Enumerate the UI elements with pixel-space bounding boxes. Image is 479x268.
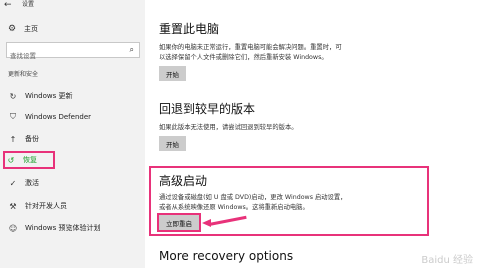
sidebar-item-insider-program[interactable]: ☺ Windows 预览体验计划	[7, 221, 142, 235]
check-circle-icon: ✓	[9, 178, 17, 188]
sidebar-item-label: 激活	[25, 179, 39, 187]
description-line: 如果此版本无法使用，请尝试回退到较早的版本。	[159, 124, 298, 131]
go-back-title: 回退到较早的版本	[159, 102, 256, 116]
gear-icon: ⚙	[8, 24, 17, 34]
sidebar-item-for-developers[interactable]: ⚒ 针对开发人员	[7, 199, 142, 213]
sidebar-item-backup[interactable]: ↑ 备份	[7, 132, 142, 146]
sidebar: ← 设置 ⚙ 主页 ⌕ 更新和安全 ↻ Windows 更新 ⛉ Windows…	[0, 0, 145, 268]
sidebar-item-windows-defender[interactable]: ⛉ Windows Defender	[7, 110, 142, 124]
reset-pc-title: 重置此电脑	[159, 22, 220, 36]
sidebar-item-home[interactable]: ⚙ 主页	[8, 22, 138, 36]
sidebar-item-recovery[interactable]: ↺ 恢复	[3, 151, 55, 169]
watermark: Baidu 经验	[421, 255, 473, 266]
back-arrow-icon[interactable]: ←	[4, 0, 12, 10]
search-input[interactable]	[7, 49, 117, 63]
more-recovery-options-title: More recovery options	[159, 249, 294, 263]
search-box[interactable]: ⌕	[6, 42, 140, 63]
sidebar-item-label: 备份	[25, 135, 39, 143]
history-icon: ↺	[7, 155, 15, 165]
annotation-arrow-head-icon	[202, 219, 211, 227]
reset-pc-description: 如果你的电脑未正常运行，重置电脑可能会解决问题。重置时，可 以选择保留个人文件或…	[159, 43, 374, 63]
refresh-icon: ↻	[9, 91, 17, 101]
window-title: 设置	[22, 1, 35, 8]
sidebar-item-label: 恢复	[23, 156, 37, 164]
reset-start-button[interactable]: 开始	[159, 66, 186, 81]
section-label: 更新和安全	[8, 71, 39, 78]
sidebar-item-label: 针对开发人员	[25, 202, 67, 210]
sidebar-item-label: Windows Defender	[25, 113, 92, 121]
highlight-box	[149, 166, 429, 236]
backup-icon: ↑	[9, 134, 17, 144]
sidebar-item-label: 主页	[24, 25, 38, 33]
description-line: 以选择保留个人文件或删除它们，然后重新安装 Windows。	[159, 54, 328, 61]
sidebar-item-label: Windows 预览体验计划	[25, 224, 101, 232]
shield-icon: ⛉	[10, 112, 16, 121]
go-back-start-button[interactable]: 开始	[159, 136, 186, 151]
go-back-description: 如果此版本无法使用，请尝试回退到较早的版本。	[159, 123, 374, 133]
person-icon: ☺	[8, 223, 18, 233]
sidebar-item-windows-update[interactable]: ↻ Windows 更新	[7, 89, 142, 103]
sidebar-item-label: Windows 更新	[25, 92, 73, 100]
title-bar: ← 设置	[0, 0, 145, 10]
developer-icon: ⚒	[9, 201, 17, 211]
description-line: 如果你的电脑未正常运行，重置电脑可能会解决问题。重置时，可	[159, 44, 342, 51]
search-icon[interactable]: ⌕	[130, 45, 134, 55]
sidebar-item-activation[interactable]: ✓ 激活	[7, 176, 142, 190]
